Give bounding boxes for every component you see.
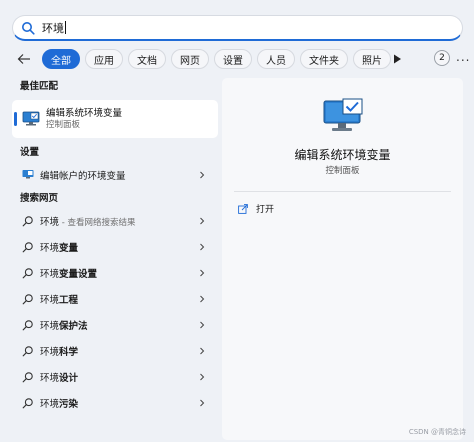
web-result-query: 环境 (40, 347, 60, 358)
settings-result-item[interactable]: 编辑帐户的环境变量 (12, 162, 218, 188)
text-caret (65, 21, 66, 34)
watermark: CSDN @青铜念诗 (408, 428, 466, 436)
chevron-right-icon (200, 373, 205, 381)
search-icon (22, 346, 33, 357)
web-result-label: 环境变量设置 (40, 266, 97, 280)
chevron-right-icon (200, 217, 205, 225)
web-result-item[interactable]: 环境保护法 (12, 312, 218, 338)
web-result-completion: 设计 (59, 373, 79, 384)
best-match-item[interactable]: 编辑系统环境变量 控制面板 (12, 100, 218, 138)
system-properties-icon (22, 170, 34, 179)
open-action-label: 打开 (256, 205, 275, 215)
search-query-text: 环境 (42, 21, 64, 35)
filter-chip-folders[interactable]: 文件夹 (300, 49, 348, 69)
web-result-item[interactable]: 环境 - 查看网络搜索结果 (12, 208, 218, 234)
chevron-right-icon (200, 295, 205, 303)
count-badge: 2 (434, 50, 450, 66)
web-result-completion: 变量 (59, 243, 79, 254)
web-results-list: 环境 - 查看网络搜索结果 环境变量 环境变量设置 环境工程 环境保护法 环境科学 环境设计… (12, 208, 218, 416)
filter-bar: 全部 应用 文档 网页 设置 人员 文件夹 照片 2 ... (14, 48, 469, 70)
results-list: 最佳匹配 编辑系统环境变量 控制面板 设置 编辑帐户的环境变量 搜索网页 环境 … (12, 78, 218, 438)
detail-title: 编辑系统环境变量 (294, 148, 391, 162)
section-web: 搜索网页 (20, 193, 59, 204)
detail-subtitle: 控制面板 (325, 166, 360, 176)
web-result-label: 环境保护法 (40, 318, 88, 332)
web-result-item[interactable]: 环境变量设置 (12, 260, 218, 286)
web-result-query: 环境 (40, 269, 60, 280)
search-icon (22, 242, 33, 253)
search-icon (22, 294, 33, 305)
section-settings: 设置 (20, 147, 40, 158)
web-result-hint: - 查看网络搜索结果 (59, 218, 136, 228)
web-result-label: 环境工程 (40, 292, 78, 306)
filter-chip-web[interactable]: 网页 (171, 49, 209, 69)
chevron-right-icon (200, 347, 205, 355)
web-result-completion: 工程 (59, 295, 79, 306)
section-best-match: 最佳匹配 (20, 81, 59, 92)
chevron-right-icon (200, 321, 205, 329)
best-match-title: 编辑系统环境变量 (46, 107, 123, 119)
web-result-completion: 污染 (59, 399, 79, 410)
web-result-label: 环境 - 查看网络搜索结果 (40, 214, 136, 228)
system-properties-icon (323, 98, 363, 131)
chevron-right-icon (200, 171, 205, 179)
web-result-query: 环境 (40, 399, 60, 410)
web-result-item[interactable]: 环境变量 (12, 234, 218, 260)
web-result-item[interactable]: 环境设计 (12, 364, 218, 390)
filter-chip-apps[interactable]: 应用 (85, 49, 123, 69)
web-result-label: 环境污染 (40, 396, 78, 410)
search-icon (22, 268, 33, 279)
back-button[interactable] (14, 49, 34, 69)
chevron-right-icon (200, 269, 205, 277)
detail-panel: 编辑系统环境变量 控制面板 打开 (222, 78, 463, 440)
play-icon[interactable] (390, 52, 404, 66)
filter-chip-settings[interactable]: 设置 (214, 49, 252, 69)
settings-result-label: 编辑帐户的环境变量 (40, 171, 126, 182)
more-options-button[interactable]: ... (456, 50, 470, 64)
best-match-subtitle: 控制面板 (46, 119, 81, 130)
web-result-completion: 保护法 (59, 321, 88, 332)
web-result-item[interactable]: 环境科学 (12, 338, 218, 364)
web-result-query: 环境 (40, 321, 60, 332)
filter-chip-documents[interactable]: 文档 (128, 49, 166, 69)
selection-indicator (14, 112, 17, 126)
search-icon (22, 216, 33, 227)
search-icon (22, 320, 33, 331)
web-result-completion: 科学 (59, 347, 79, 358)
open-action[interactable]: 打开 (238, 202, 274, 215)
web-result-query: 环境 (40, 217, 60, 228)
web-result-label: 环境科学 (40, 344, 78, 358)
chevron-right-icon (200, 243, 205, 251)
system-properties-icon (22, 111, 40, 126)
filter-chip-people[interactable]: 人员 (257, 49, 295, 69)
web-result-query: 环境 (40, 295, 60, 306)
web-result-label: 环境设计 (40, 370, 78, 384)
chevron-right-icon (200, 399, 205, 407)
web-result-completion: 变量设置 (59, 269, 98, 280)
search-input[interactable]: 环境 (12, 15, 463, 41)
web-result-query: 环境 (40, 373, 60, 384)
filter-chip-photos[interactable]: 照片 (353, 49, 391, 69)
web-result-label: 环境变量 (40, 240, 78, 254)
web-result-item[interactable]: 环境工程 (12, 286, 218, 312)
arrow-left-icon (17, 54, 30, 64)
search-icon (22, 398, 33, 409)
search-icon (22, 372, 33, 383)
filter-chip-all[interactable]: 全部 (42, 49, 80, 69)
web-result-item[interactable]: 环境污染 (12, 390, 218, 416)
open-external-icon (238, 203, 248, 214)
divider (234, 191, 451, 192)
web-result-query: 环境 (40, 243, 60, 254)
search-icon (22, 21, 35, 35)
